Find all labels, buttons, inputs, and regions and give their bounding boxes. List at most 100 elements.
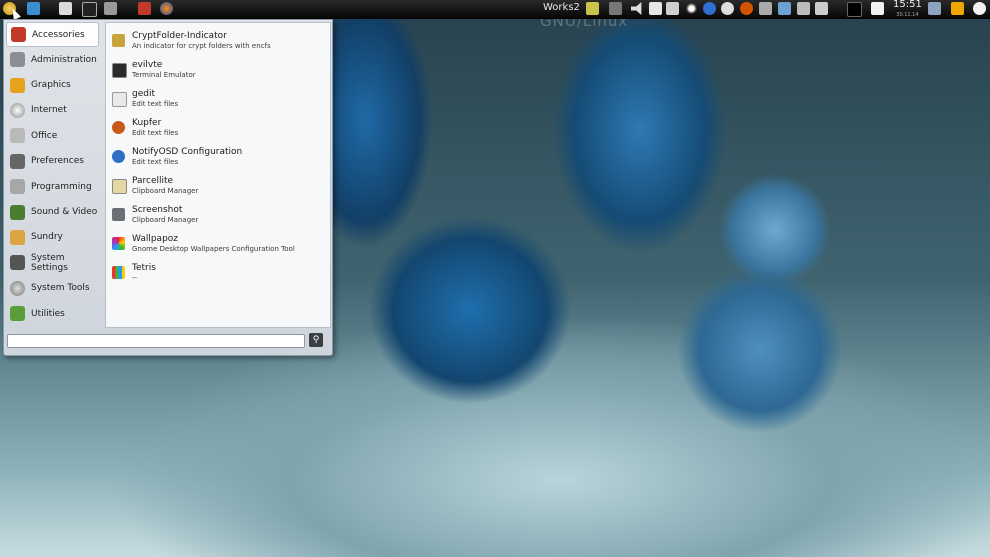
category-label: Sound & Video — [31, 207, 98, 218]
app-name: Tetris — [132, 263, 156, 273]
application-list: CryptFolder-Indicator An indicator for c… — [105, 22, 331, 328]
app-item-cryptfolder-indicator[interactable]: CryptFolder-Indicator An indicator for c… — [110, 30, 325, 58]
desktop-icon[interactable] — [27, 2, 40, 15]
clock[interactable]: 15:51 30.11.14 — [893, 0, 922, 20]
app-name: Kupfer — [132, 118, 162, 128]
network-icon[interactable] — [759, 2, 772, 15]
app-description: Edit text files — [132, 100, 179, 108]
app-description: An indicator for crypt folders with encf… — [132, 42, 271, 50]
app-item-gedit[interactable]: gedit Edit text files — [110, 88, 325, 116]
app-name: Screenshot — [132, 205, 183, 215]
lock-icon — [112, 34, 125, 47]
battery-icon[interactable] — [815, 2, 828, 15]
tools-icon[interactable] — [104, 2, 117, 15]
clipboard-icon — [112, 179, 127, 194]
window-list-icon[interactable] — [609, 2, 622, 15]
category-list: Accessories Administration Graphics Inte… — [4, 22, 101, 326]
notes-icon[interactable] — [666, 2, 679, 15]
devices-icon[interactable] — [797, 2, 810, 15]
app-item-tetris[interactable]: Tetris -- — [110, 262, 325, 290]
app-description: Clipboard Manager — [132, 187, 199, 195]
clock-date: 30.11.14 — [896, 12, 919, 18]
search-button[interactable]: ⚲ — [309, 333, 323, 347]
category-label: System Settings — [31, 252, 68, 273]
category-administration[interactable]: Administration — [4, 47, 101, 72]
app-item-notifyosd-configuration[interactable]: NotifyOSD Configuration Edit text files — [110, 146, 325, 174]
category-label: Graphics — [31, 80, 71, 91]
utilities-icon — [10, 306, 25, 322]
app-item-screenshot[interactable]: Screenshot Clipboard Manager — [110, 204, 325, 232]
browser-icon[interactable] — [160, 2, 173, 15]
office-icon — [10, 128, 25, 144]
app-description: -- — [132, 274, 138, 282]
app-description: Edit text files — [132, 129, 179, 137]
accessories-icon — [11, 27, 26, 42]
app-description: Edit text files — [132, 158, 179, 166]
app-description: Gnome Desktop Wallpapers Configuration T… — [132, 245, 295, 253]
app-description: Clipboard Manager — [132, 216, 199, 224]
category-system-settings[interactable]: System Settings — [4, 250, 101, 275]
category-graphics[interactable]: Graphics — [4, 72, 101, 97]
category-label: Sundry — [31, 232, 63, 243]
category-label: Preferences — [31, 156, 84, 167]
app-name: CryptFolder-Indicator — [132, 31, 227, 41]
app-item-evilvte[interactable]: evilvte Terminal Emulator — [110, 59, 325, 87]
category-label: Accessories — [32, 29, 85, 40]
menu-search-input[interactable] — [7, 334, 305, 348]
kupfer-icon[interactable] — [740, 2, 753, 15]
category-sundry[interactable]: Sundry — [4, 225, 101, 250]
terminal-icon[interactable] — [82, 2, 97, 17]
text-editor-icon — [112, 92, 127, 107]
brightness-icon[interactable] — [685, 2, 698, 15]
category-office[interactable]: Office — [4, 123, 101, 148]
internet-icon — [10, 102, 25, 118]
app-name: Parcellite — [132, 176, 174, 186]
power-icon[interactable] — [973, 2, 986, 15]
sundry-icon — [10, 229, 25, 245]
category-system-tools[interactable]: System Tools — [4, 276, 101, 301]
category-label: Programming — [31, 181, 92, 192]
category-label: Utilities — [31, 308, 65, 319]
category-label: Office — [31, 130, 58, 141]
app-description: Terminal Emulator — [132, 71, 196, 79]
category-programming[interactable]: Programming — [4, 174, 101, 199]
graphics-icon — [10, 77, 25, 93]
clock-app-icon[interactable] — [721, 2, 734, 15]
sound-video-icon — [10, 204, 25, 220]
programming-icon — [10, 179, 25, 195]
category-label: Internet — [31, 105, 67, 116]
app-name: Wallpapoz — [132, 234, 179, 244]
safari-icon[interactable] — [703, 2, 716, 15]
kupfer-icon — [112, 121, 125, 134]
display-icon[interactable] — [778, 2, 791, 15]
administration-icon — [10, 52, 25, 68]
monitor-icon[interactable] — [847, 2, 862, 17]
workspace-label[interactable]: Works2 — [543, 2, 580, 13]
app-item-wallpapoz[interactable]: Wallpapoz Gnome Desktop Wallpapers Confi… — [110, 233, 325, 261]
app-item-parcellite[interactable]: Parcellite Clipboard Manager — [110, 175, 325, 203]
app-item-kupfer[interactable]: Kupfer Edit text files — [110, 117, 325, 145]
search-icon: ⚲ — [312, 335, 320, 345]
category-accessories[interactable]: Accessories — [6, 22, 99, 47]
category-preferences[interactable]: Preferences — [4, 149, 101, 174]
volume-icon[interactable] — [631, 2, 642, 15]
top-panel: Works2 15:51 30.11.14 — [0, 0, 990, 19]
parcellite-icon[interactable] — [649, 2, 662, 15]
notification-icon[interactable] — [871, 2, 884, 15]
terminal-icon — [112, 63, 127, 78]
category-internet[interactable]: Internet — [4, 98, 101, 123]
category-label: Administration — [31, 54, 97, 65]
workspace-switcher-icon[interactable] — [586, 2, 599, 15]
category-sound-video[interactable]: Sound & Video — [4, 199, 101, 224]
category-utilities[interactable]: Utilities — [4, 301, 101, 326]
category-label: System Tools — [31, 283, 90, 294]
preferences-icon — [10, 153, 25, 169]
file-manager-icon[interactable] — [59, 2, 72, 15]
mail-icon[interactable] — [951, 2, 964, 15]
calendar-icon[interactable] — [138, 2, 151, 15]
system-tools-icon — [10, 280, 25, 296]
user-icon[interactable] — [928, 2, 941, 15]
app-name: NotifyOSD Configuration — [132, 147, 243, 157]
wallpaper-icon — [112, 237, 125, 250]
application-menu: Accessories Administration Graphics Inte… — [3, 19, 333, 356]
